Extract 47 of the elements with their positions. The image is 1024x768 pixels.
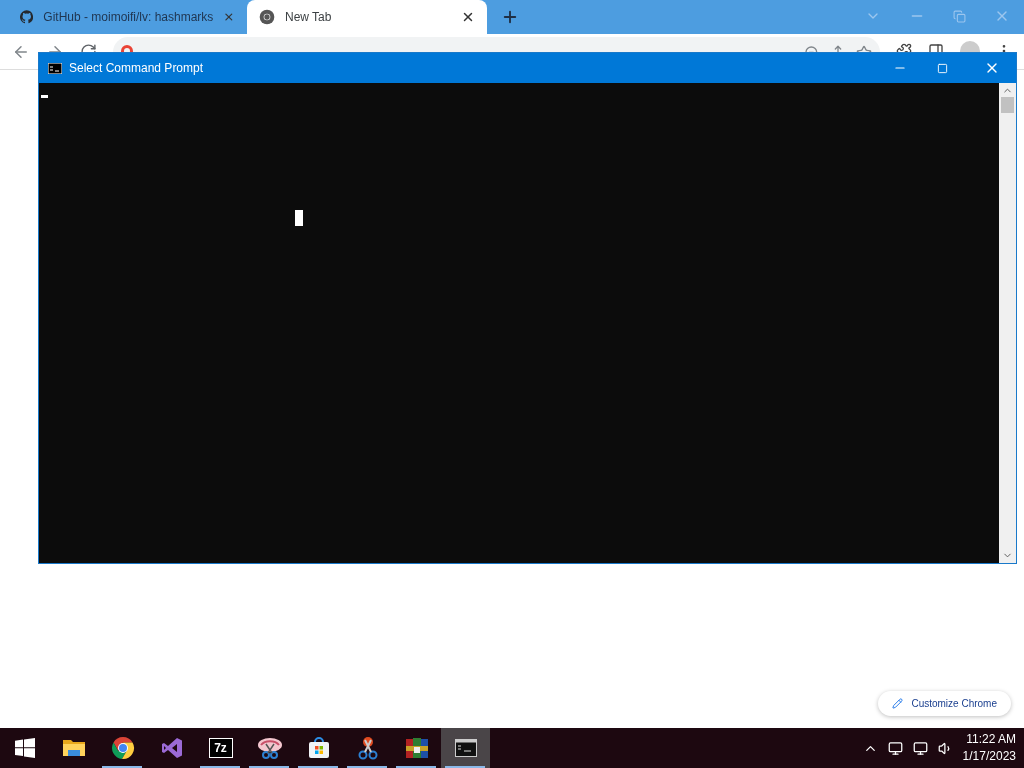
running-indicator <box>200 766 240 768</box>
maximize-icon[interactable] <box>937 62 948 74</box>
clock-date: 1/17/2023 <box>962 748 1016 765</box>
running-indicator <box>102 766 142 768</box>
reload-icon[interactable] <box>80 43 97 52</box>
running-indicator <box>249 766 289 768</box>
pencil-icon <box>892 698 904 709</box>
archive-app-icon: 7z <box>208 738 233 758</box>
taskbar-app[interactable]: 7z <box>196 728 245 768</box>
infinity-ribbon-icon <box>160 737 183 759</box>
scroll-thumb[interactable] <box>1001 97 1014 113</box>
star-icon[interactable] <box>856 45 872 52</box>
side-panel-icon[interactable] <box>928 43 944 52</box>
browser-tab[interactable]: New Tab <box>247 0 487 34</box>
window-title: Select Command Prompt <box>69 60 204 77</box>
terminal-icon <box>454 739 477 757</box>
clock[interactable]: 11:22 AM 1/17/2023 <box>962 731 1016 765</box>
tab-title: New Tab <box>285 9 333 26</box>
selection-cursor <box>295 210 303 226</box>
terminal-icon <box>48 62 62 74</box>
taskbar-app[interactable] <box>441 728 490 768</box>
running-indicator <box>298 766 338 768</box>
scrollbar[interactable] <box>999 83 1016 563</box>
shopping-bag-icon <box>307 737 330 759</box>
browser-tab[interactable]: GitHub - moimoifi/lv: hashmarks <box>8 0 247 34</box>
customize-chrome-button[interactable]: Customize Chrome <box>878 691 1011 716</box>
windows-logo-icon <box>14 738 35 758</box>
network-icon[interactable] <box>912 740 928 756</box>
new-tab-icon[interactable] <box>501 8 519 26</box>
scissors-ribbon-icon <box>256 737 283 759</box>
back-icon[interactable] <box>12 43 30 61</box>
close-icon[interactable] <box>461 10 475 24</box>
tab-title: GitHub - moimoifi/lv: hashmarks <box>43 9 214 26</box>
running-indicator <box>396 766 436 768</box>
text-cursor <box>41 95 48 98</box>
folder-icon <box>62 738 85 758</box>
clock-time: 11:22 AM <box>966 731 1016 748</box>
chrome-logo-icon <box>259 9 275 25</box>
puzzle-icon[interactable] <box>896 43 912 52</box>
books-stack-icon <box>404 737 429 759</box>
cat-logo-icon <box>20 9 34 25</box>
scissors-icon <box>356 736 379 760</box>
zoom-out-icon[interactable] <box>804 45 820 52</box>
forward-icon[interactable] <box>46 43 64 52</box>
chrome-icon <box>110 736 135 760</box>
running-indicator <box>347 766 387 768</box>
running-indicator <box>445 766 485 768</box>
